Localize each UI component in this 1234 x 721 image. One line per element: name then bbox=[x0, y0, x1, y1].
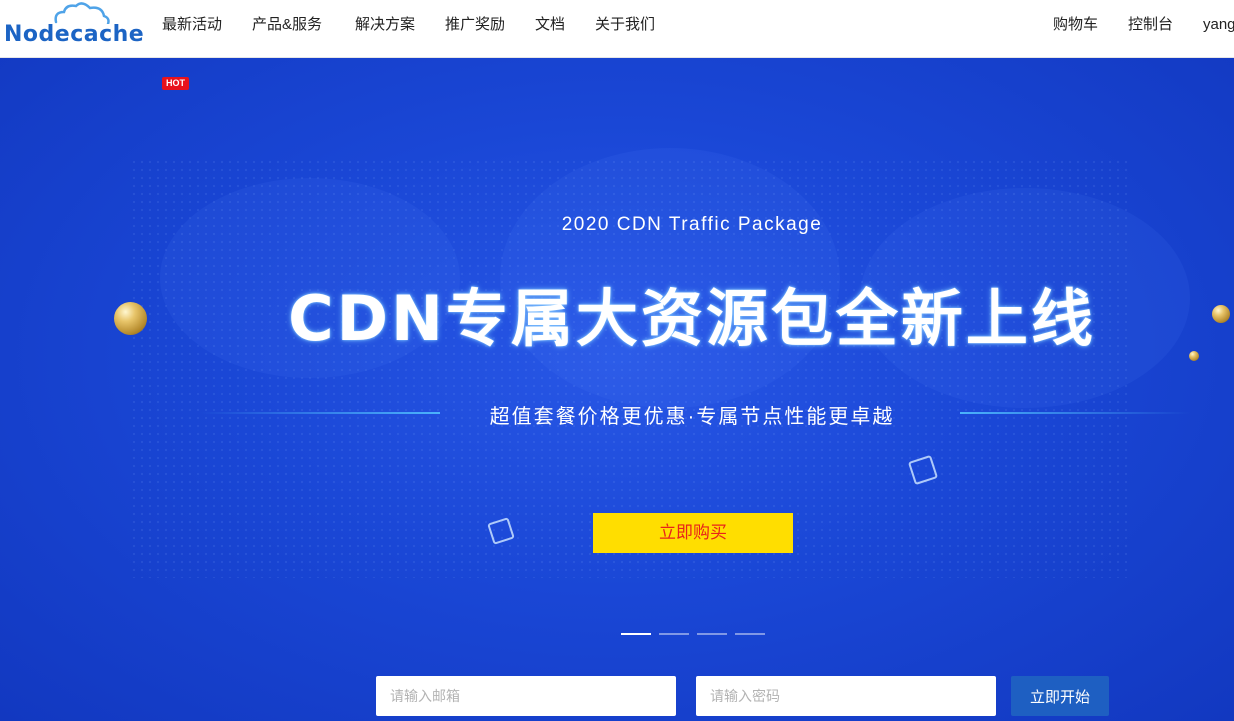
nav-latest-activities[interactable]: 最新活动 bbox=[162, 16, 222, 34]
hero-banner[interactable]: 2020 CDN Traffic Package CDN专属大资源包全新上线 超… bbox=[0, 58, 1234, 721]
user-menu[interactable]: yang bbox=[1203, 16, 1234, 34]
start-now-button[interactable]: 立即开始 bbox=[1011, 676, 1109, 716]
nav-solutions[interactable]: 解决方案 bbox=[355, 16, 415, 34]
carousel-indicator-4[interactable] bbox=[735, 633, 765, 635]
nodecache-logo[interactable]: Nodecache bbox=[4, 2, 144, 54]
cloud-icon bbox=[54, 2, 110, 24]
logo-text: Nodecache bbox=[4, 22, 145, 47]
nav-docs[interactable]: 文档 bbox=[535, 16, 565, 34]
hero-title: CDN专属大资源包全新上线 bbox=[288, 282, 1096, 355]
cart-link[interactable]: 购物车 bbox=[1053, 16, 1098, 34]
nav-about-us[interactable]: 关于我们 bbox=[595, 16, 655, 34]
nav-referral-rewards[interactable]: 推广奖励 bbox=[445, 16, 505, 34]
console-link[interactable]: 控制台 bbox=[1128, 16, 1173, 34]
hot-badge: HOT bbox=[162, 77, 189, 90]
carousel-indicator-3[interactable] bbox=[697, 633, 727, 635]
email-input[interactable] bbox=[376, 676, 676, 716]
password-input[interactable] bbox=[696, 676, 996, 716]
nav-products-services[interactable]: 产品&服务 bbox=[252, 16, 322, 34]
hero-tagline: 超值套餐价格更优惠·专属节点性能更卓越 bbox=[489, 406, 895, 428]
hero-subtitle: 2020 CDN Traffic Package bbox=[561, 214, 823, 235]
buy-now-button[interactable]: 立即购买 bbox=[593, 513, 793, 553]
carousel-indicator-2[interactable] bbox=[659, 633, 689, 635]
top-navbar: Nodecache 最新活动 产品&服务 解决方案 推广奖励 文档 关于我们 购… bbox=[0, 0, 1234, 58]
carousel-indicator-1[interactable] bbox=[621, 633, 651, 635]
